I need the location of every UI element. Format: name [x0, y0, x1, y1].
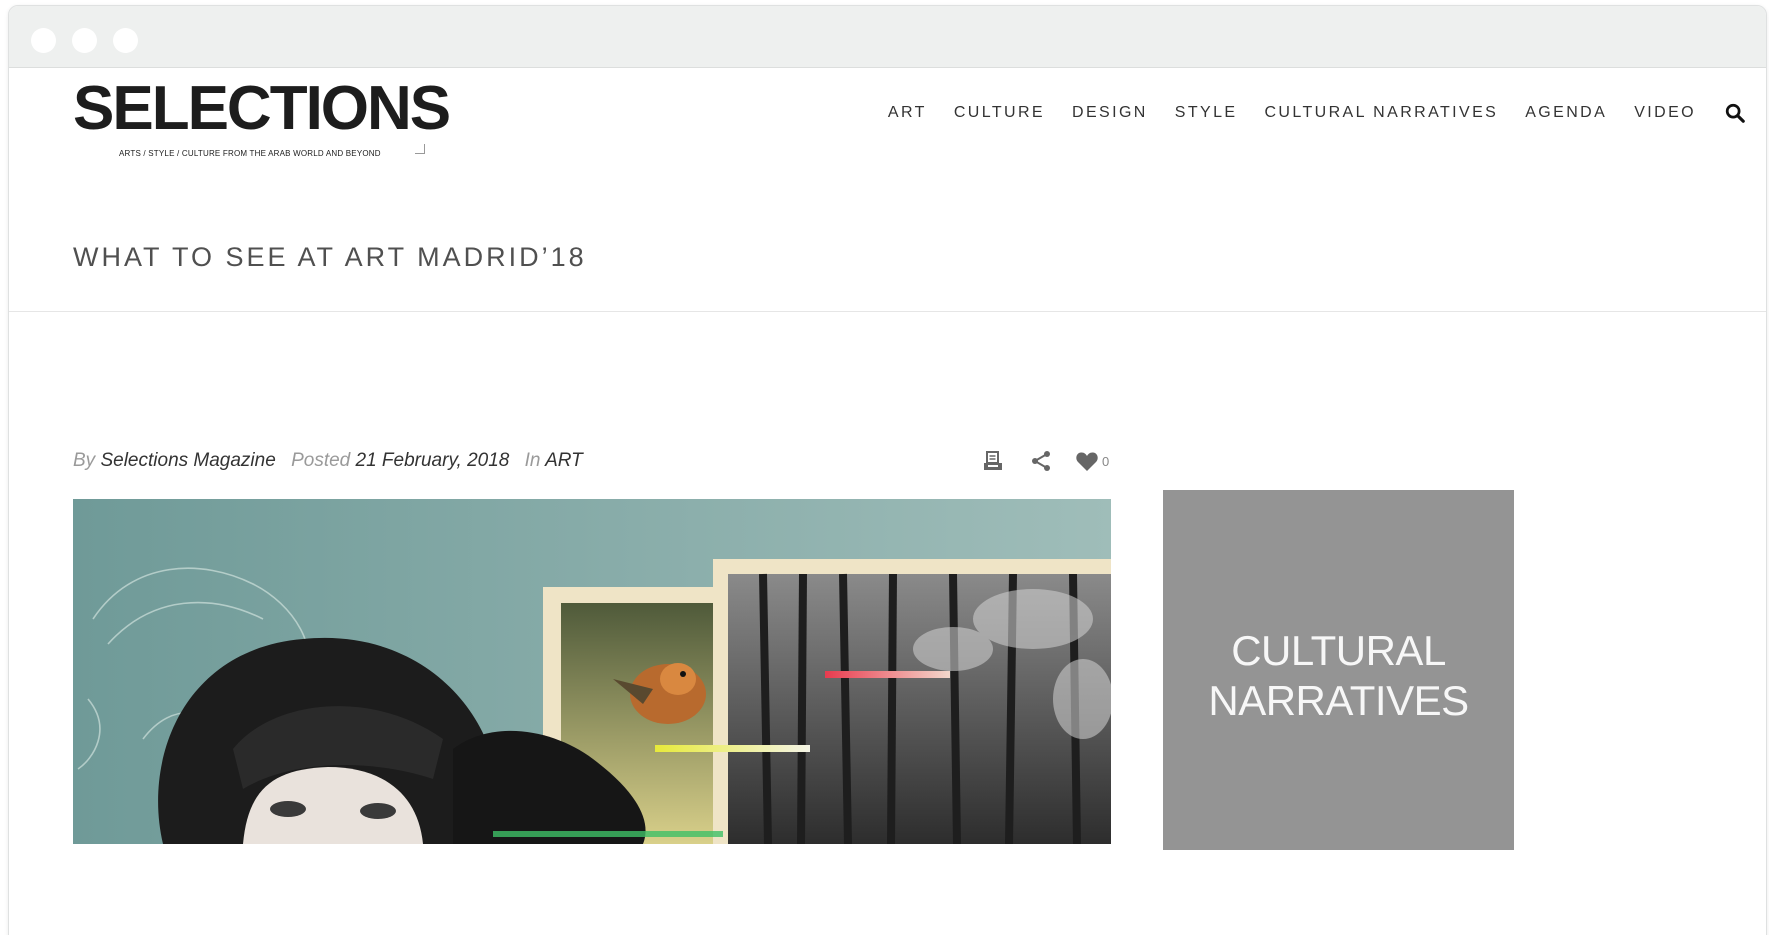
header-divider — [9, 311, 1766, 312]
window-minimize-dot[interactable] — [72, 28, 97, 53]
meta-date: 21 February, 2018 — [355, 450, 510, 471]
meta-posted-label: Posted — [291, 450, 351, 471]
print-icon — [984, 451, 1002, 470]
share-icon — [1032, 451, 1050, 471]
main-nav: ART CULTURE DESIGN STYLE CULTURAL NARRAT… — [861, 104, 1696, 122]
nav-item-agenda[interactable]: AGENDA — [1525, 104, 1607, 122]
page-title: WHAT TO SEE AT ART MADRID’18 — [73, 242, 587, 272]
like-button[interactable]: 0 — [1053, 450, 1109, 472]
logo-wordmark: SELECTIONS — [73, 74, 451, 143]
browser-window: SELECTIONS ARTS / STYLE / CULTURE FROM T… — [8, 5, 1767, 935]
heart-icon — [1076, 452, 1098, 471]
meta-category-link[interactable]: ART — [545, 450, 583, 471]
nav-item-video[interactable]: VIDEO — [1634, 104, 1696, 122]
window-close-dot[interactable] — [31, 28, 56, 53]
meta-in-label: In — [524, 450, 541, 471]
share-button[interactable] — [1005, 449, 1053, 473]
like-count: 0 — [1102, 453, 1110, 469]
banner-line-1: CULTURAL — [1231, 627, 1446, 674]
nav-item-culture[interactable]: CULTURE — [954, 104, 1045, 122]
print-button[interactable] — [981, 449, 1005, 473]
article-actions: 0 — [981, 446, 1109, 476]
logo-tagline: ARTS / STYLE / CULTURE FROM THE ARAB WOR… — [119, 149, 381, 158]
nav-item-style[interactable]: STYLE — [1175, 104, 1238, 122]
nav-item-cultural-narratives[interactable]: CULTURAL NARRATIVES — [1264, 104, 1498, 122]
meta-by-label: By — [73, 450, 96, 471]
nav-item-design[interactable]: DESIGN — [1072, 104, 1148, 122]
hero-painting — [73, 499, 1111, 844]
sidebar-cultural-narratives-banner[interactable]: CULTURAL NARRATIVES — [1163, 490, 1514, 850]
logo-corner-mark — [415, 144, 425, 154]
window-maximize-dot[interactable] — [113, 28, 138, 53]
search-icon[interactable] — [1724, 102, 1746, 124]
site-logo[interactable]: SELECTIONS ARTS / STYLE / CULTURE FROM T… — [73, 78, 473, 168]
window-titlebar — [9, 6, 1766, 68]
article-meta: By Selections Magazine Posted 21 Februar… — [73, 450, 583, 472]
banner-text: CULTURAL NARRATIVES — [1163, 626, 1514, 726]
nav-item-art[interactable]: ART — [888, 104, 927, 122]
meta-author-link[interactable]: Selections Magazine — [100, 450, 275, 471]
article-hero-image[interactable] — [73, 499, 1111, 844]
banner-line-2: NARRATIVES — [1208, 677, 1469, 724]
